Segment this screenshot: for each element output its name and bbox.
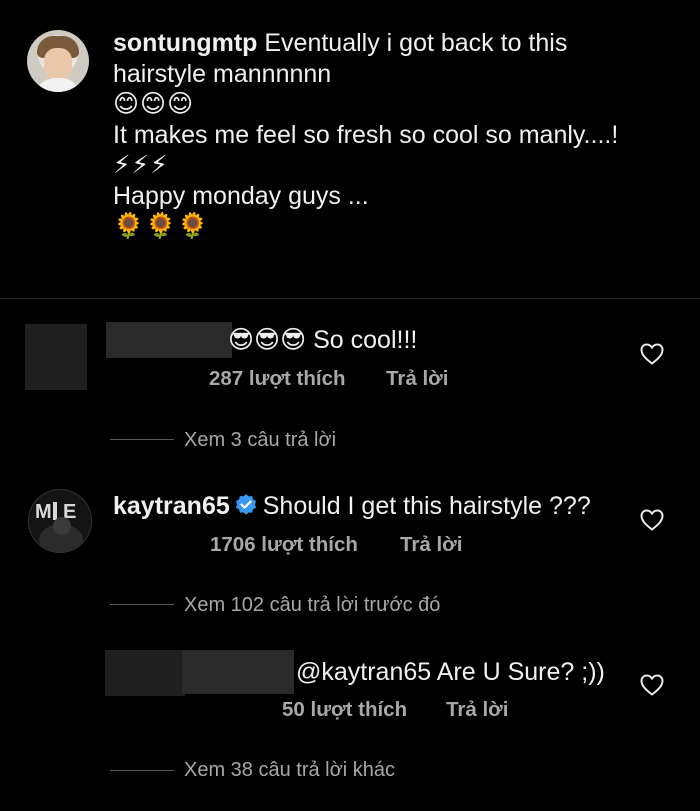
comment2-heart-icon[interactable] (640, 509, 664, 531)
comment2-likes[interactable]: 1706 lượt thích (210, 533, 358, 557)
reply1-username-redacted (182, 650, 294, 694)
reply1-likes[interactable]: 50 lượt thích (282, 698, 407, 722)
comment1-avatar-redacted (25, 324, 87, 390)
caption-avatar[interactable] (27, 30, 89, 92)
comment1-text: 😎😎😎 So cool!!! (228, 326, 418, 354)
caption-text-line3: It makes me feel so fresh so cool so man… (113, 120, 619, 149)
comment2-reply-button[interactable]: Trả lời (400, 533, 462, 557)
comment2-view-line (110, 604, 174, 605)
comment2-avatar[interactable]: M E (28, 489, 92, 553)
comment1-reply-button[interactable]: Trả lời (386, 367, 448, 391)
comment1-view-line (110, 439, 174, 440)
comment1-likes[interactable]: 287 lượt thích (209, 367, 346, 391)
reply1-view-line (110, 770, 174, 771)
post-caption: sontungmtp Eventually i got back to this… (113, 28, 683, 242)
caption-text-line1: Eventually i got back to this (264, 29, 568, 57)
caption-divider (0, 298, 700, 299)
comment2-view-replies[interactable]: Xem 102 câu trả lời trước đó (184, 594, 440, 617)
comment2-text: Should I get this hairstyle ??? (262, 492, 591, 520)
comment1-view-replies[interactable]: Xem 3 câu trả lời (184, 429, 336, 452)
verified-badge-icon (235, 494, 256, 515)
svg-text:M: M (35, 501, 52, 523)
comment1-username-redacted (106, 322, 232, 358)
comment2-content: kaytran65 Should I get this hairstyle ??… (113, 492, 591, 521)
caption-emoji-smile: 😊😊😊 (113, 90, 195, 118)
reply1-view-replies[interactable]: Xem 38 câu trả lời khác (184, 759, 395, 782)
caption-text-line4: Happy monday guys ... (113, 181, 369, 210)
reply1-reply-button[interactable]: Trả lời (446, 698, 508, 722)
caption-emoji-lightning: ⚡⚡⚡ (113, 151, 169, 179)
comment2-username[interactable]: kaytran65 (113, 492, 230, 520)
reply1-avatar-redacted (105, 650, 185, 696)
caption-text-line2: hairstyle mannnnnn (113, 59, 332, 88)
comment1-heart-icon[interactable] (640, 343, 664, 365)
caption-username[interactable]: sontungmtp (113, 29, 257, 57)
reply1-heart-icon[interactable] (640, 674, 664, 696)
caption-emoji-sunflower: 🌻🌻🌻 (113, 212, 210, 240)
reply1-text: @kaytran65 Are U Sure? ;)) (296, 658, 605, 686)
